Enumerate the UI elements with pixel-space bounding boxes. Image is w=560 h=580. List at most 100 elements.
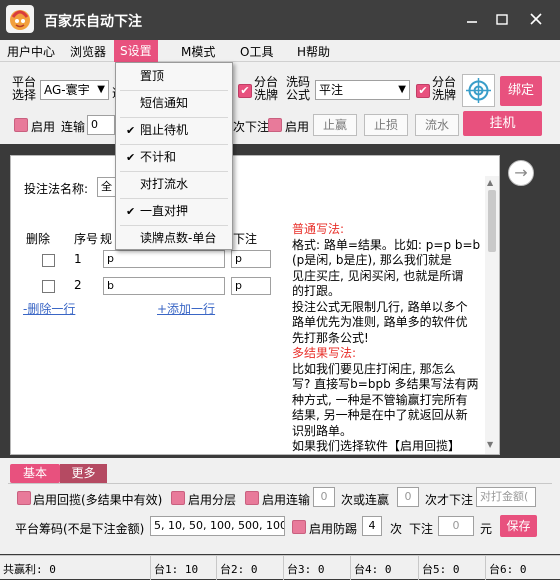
then-bet-label: 次才下注: [425, 493, 474, 507]
row-rule-input[interactable]: p: [103, 250, 225, 268]
hang-button[interactable]: 挂机: [463, 111, 542, 136]
menu-browser[interactable]: 浏览器: [70, 43, 106, 60]
status-table-6: 台6: 0: [489, 563, 527, 576]
bet-amount-label: 下注: [409, 522, 434, 536]
row-rule-input[interactable]: b: [103, 277, 225, 295]
help-line: 见庄买庄, 见闲买闲, 也就是所谓: [292, 268, 464, 283]
platform-label: 平台 选择: [12, 75, 37, 102]
target-icon[interactable]: [462, 74, 495, 107]
settings-menu-item[interactable]: 读牌点数-单台: [116, 225, 232, 252]
layer-checkbox[interactable]: [171, 491, 185, 505]
method-label: 投注法名称:: [24, 182, 89, 196]
tab-more[interactable]: 更多: [60, 464, 107, 483]
formula-label: 洗码 公式: [286, 75, 311, 102]
settings-menu-item[interactable]: ✔ 阻止待机: [116, 117, 232, 144]
enable-checkbox[interactable]: [14, 118, 28, 132]
minimize-icon[interactable]: [463, 10, 481, 28]
window-title: 百家乐自动下注: [44, 14, 142, 30]
help-line: 多结果写法:: [292, 346, 357, 360]
menu-tools[interactable]: O工具: [240, 43, 273, 60]
sub-table-checkbox[interactable]: ✔: [238, 84, 252, 98]
status-total-profit: 共赢利: 0: [3, 563, 56, 576]
help-line: 的打跟。: [292, 284, 341, 298]
status-table-1: 台1: 10: [154, 563, 199, 576]
settings-menu-item-label: 阻止待机: [140, 123, 189, 137]
row-delete-checkbox[interactable]: [42, 254, 55, 267]
col-delete: 删除: [26, 232, 51, 246]
chips-input[interactable]: 5, 10, 50, 100, 500, 1000: [150, 516, 285, 536]
menu-help[interactable]: H帮助: [297, 43, 330, 60]
settings-dropdown-menu: 置顶短信通知 ✔ 阻止待机 ✔ 不计和对打流水 ✔ 一直对押读牌点数-单台: [115, 62, 233, 250]
sub-table-label-2: 分台 洗牌: [432, 75, 457, 102]
settings-menu-item-label: 一直对押: [140, 204, 189, 218]
status-bar: 共赢利: 0 台1: 10 台2: 0 台3: 0 台4: 0 台5: 0 台6…: [0, 555, 560, 580]
streak-input[interactable]: 0: [87, 115, 115, 135]
tab-basic[interactable]: 基本: [10, 464, 60, 483]
help-line: 结果, 另一种是在中了就返回从新: [292, 408, 468, 422]
scrollbar[interactable]: ▲ ▼: [485, 176, 499, 454]
defend-input[interactable]: 4: [362, 516, 382, 536]
chevron-down-icon: ▼: [398, 84, 406, 95]
settings-menu-item-label: 读牌点数-单台: [140, 231, 217, 245]
bind-button[interactable]: 绑定: [500, 76, 542, 106]
settings-menu-item[interactable]: ✔ 一直对押: [116, 198, 232, 225]
col-rule: 规: [100, 232, 113, 246]
help-line: 先打那条公式!: [292, 330, 369, 345]
formula-select-value: 平注: [319, 83, 344, 97]
multi-result-checkbox[interactable]: [17, 491, 31, 505]
formula-select[interactable]: 平注 ▼: [315, 80, 410, 100]
help-line: 路单优先为准则, 路单多的软件优: [292, 315, 468, 329]
title-bar: 百家乐自动下注: [0, 0, 560, 40]
help-text: 普通写法: 格式: 路单=结果。比如: p=p b=b (p是闲, b是庄), 那么…: [292, 222, 487, 454]
menu-bar: 用户中心 浏览器 S设置 M模式 O工具 H帮助: [0, 40, 560, 62]
streak-loss-input[interactable]: 0: [313, 487, 335, 507]
row-index: 2: [74, 278, 82, 292]
app-logo-icon: [6, 5, 34, 33]
close-icon[interactable]: [527, 10, 545, 28]
save-button[interactable]: 保存: [500, 515, 537, 537]
settings-menu-item-label: 短信通知: [140, 96, 189, 110]
platform-select[interactable]: AG-寰宇 ▼: [40, 80, 109, 100]
stop-profit-button[interactable]: 止赢: [313, 114, 357, 136]
bet-amount-input[interactable]: 0: [438, 516, 474, 536]
row-delete-checkbox[interactable]: [42, 280, 55, 293]
chips-label: 平台筹码(不是下注金额): [15, 522, 145, 536]
checkmark-icon: ✔: [126, 124, 136, 137]
flow-button[interactable]: 流水: [415, 114, 459, 136]
streak-checkbox[interactable]: [245, 491, 259, 505]
defend-checkbox[interactable]: [292, 520, 306, 534]
arrow-right-icon[interactable]: →: [508, 160, 534, 186]
menu-user-center[interactable]: 用户中心: [7, 43, 55, 60]
delete-row-link[interactable]: -删除一行: [23, 300, 75, 317]
scrollbar-thumb[interactable]: [488, 190, 496, 252]
enable-label: 启用: [31, 120, 56, 134]
formula-panel: 投注法名称: 全 删除 序号 规 下注 1 p p 2 b p -删除一行 +添…: [10, 155, 500, 455]
row-bet-input[interactable]: p: [231, 277, 271, 295]
stop-loss-button[interactable]: 止损: [364, 114, 408, 136]
settings-menu-item[interactable]: ✔ 不计和: [116, 144, 232, 171]
status-table-4: 台4: 0: [354, 563, 392, 576]
settings-menu-item[interactable]: 置顶: [116, 63, 232, 90]
match-amount-input[interactable]: 对打金额(: [476, 487, 536, 507]
settings-menu-item[interactable]: 短信通知: [116, 90, 232, 117]
checkmark-icon: ✔: [126, 151, 136, 164]
enable-checkbox-2[interactable]: [268, 118, 282, 132]
menu-settings[interactable]: S设置: [114, 40, 158, 62]
restore-icon[interactable]: [493, 10, 511, 28]
add-row-link[interactable]: +添加一行: [157, 300, 215, 317]
settings-menu-item-label: 不计和: [140, 150, 177, 164]
menu-mode[interactable]: M模式: [181, 43, 215, 60]
checkmark-icon: ✔: [126, 205, 136, 218]
help-line: 比如我们要见庄打闲庄, 那怎么: [292, 361, 456, 376]
settings-menu-item[interactable]: 对打流水: [116, 171, 232, 198]
layer-label: 启用分层: [188, 493, 237, 507]
settings-menu-item-label: 置顶: [140, 69, 165, 83]
yuan-label: 元: [480, 522, 493, 536]
col-index: 序号: [74, 232, 99, 246]
sub-table-label: 分台 洗牌: [254, 75, 279, 102]
sub-table-checkbox-2[interactable]: ✔: [416, 84, 430, 98]
settings-area: 基本 更多 启用回揽(多结果中有效) 启用分层 启用连输 0 次或连赢 0 次才…: [0, 458, 560, 554]
row-bet-input[interactable]: p: [231, 250, 271, 268]
help-line: 普通写法:: [292, 222, 345, 236]
streak-win-input[interactable]: 0: [397, 487, 419, 507]
